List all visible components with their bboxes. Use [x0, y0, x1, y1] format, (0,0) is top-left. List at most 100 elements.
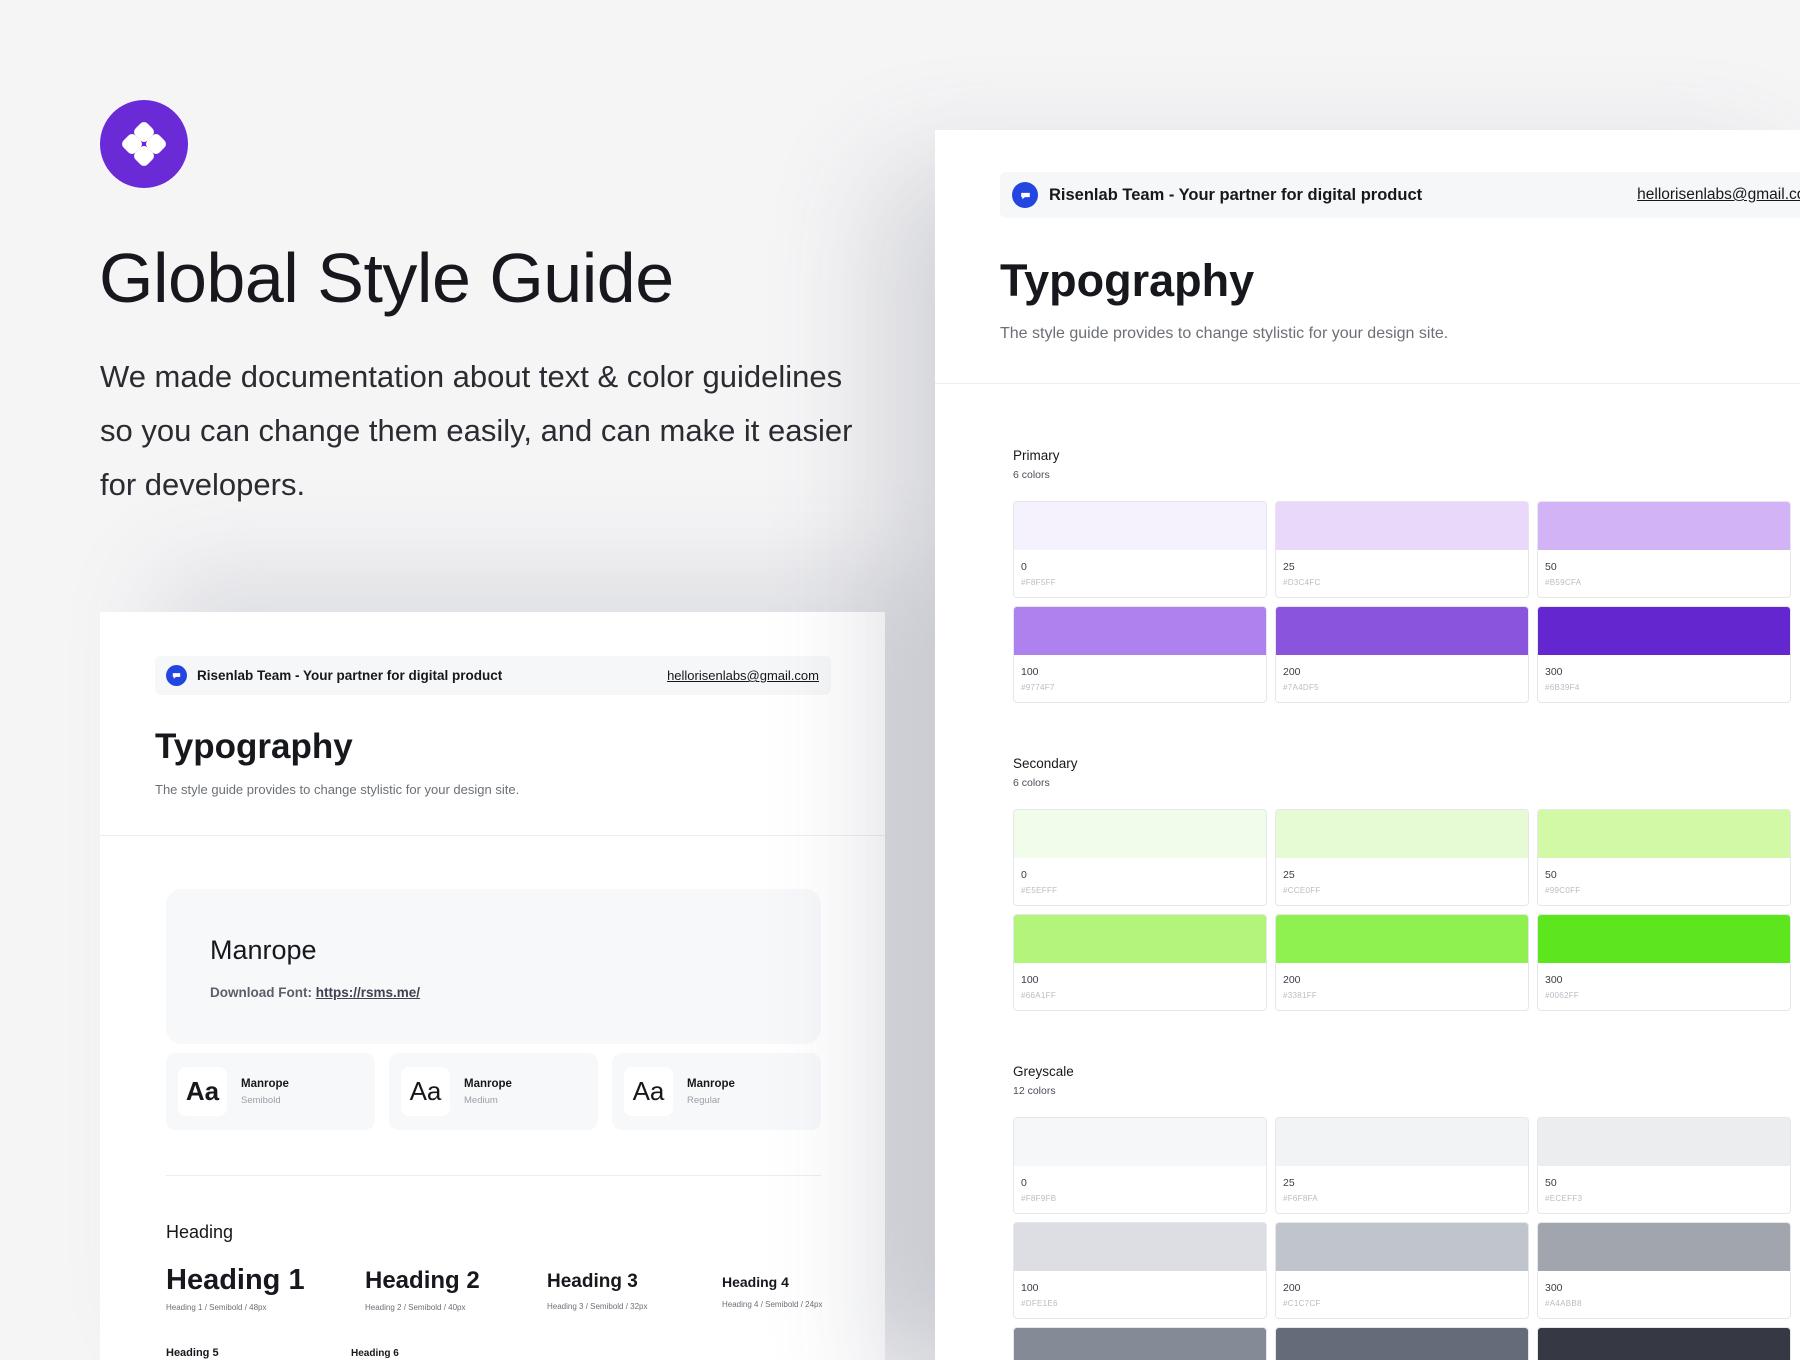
swatch-name: 50	[1545, 561, 1557, 573]
color-swatch[interactable]: 300 #0062FF	[1537, 914, 1791, 1011]
swatch-hex: #F8F9FB	[1021, 1194, 1057, 1203]
swatch-hex: #A4ABB8	[1545, 1299, 1582, 1308]
team-name: Risenlab Team - Your partner for digital…	[197, 668, 503, 683]
brand-logo	[100, 100, 188, 188]
color-swatch[interactable]: 200 #7A4DF5	[1275, 606, 1529, 703]
swatch-hex: #D3C4FC	[1283, 578, 1321, 587]
divider	[166, 1175, 821, 1176]
swatch-hex: #ECEFF3	[1545, 1194, 1583, 1203]
color-group-count: 6 colors	[1013, 777, 1050, 789]
font-download-link[interactable]: https://rsms.me/	[316, 985, 420, 1000]
card-topbar: Risenlab Team - Your partner for digital…	[1000, 172, 1800, 218]
swatch-hex: #6B39F4	[1545, 683, 1580, 692]
heading-4-text: Heading 4	[722, 1274, 789, 1290]
heading-1-sample: Heading 1 Heading 1 / Semibold / 48px	[166, 1264, 305, 1312]
font-weights: Aa Manrope Semibold Aa Manrope Medium Aa…	[166, 1053, 821, 1130]
color-swatch[interactable]: 25 #F6F8FA	[1275, 1117, 1529, 1214]
heading-6-text: Heading 6	[351, 1348, 399, 1359]
swatch-name: 100	[1021, 974, 1039, 986]
swatch-hex: #9774F7	[1021, 683, 1055, 692]
color-swatch[interactable]	[1537, 1327, 1791, 1360]
color-group-count: 6 colors	[1013, 469, 1050, 481]
weight-sample: Aa	[624, 1067, 673, 1116]
color-swatch[interactable]: 100 #9774F7	[1013, 606, 1267, 703]
swatch-name: 200	[1283, 1282, 1301, 1294]
swatch-chip	[1014, 915, 1266, 963]
swatch-name: 0	[1021, 869, 1027, 881]
weight-style: Medium	[464, 1094, 498, 1106]
color-swatch[interactable]: 300 #6B39F4	[1537, 606, 1791, 703]
heading-6-sample: Heading 6	[351, 1348, 399, 1359]
email-link[interactable]: hellorisenlabs@gmail.com	[667, 668, 819, 683]
color-swatch[interactable]	[1013, 1327, 1267, 1360]
swatch-chip	[1538, 607, 1790, 655]
swatch-name: 100	[1021, 666, 1039, 678]
swatch-hex: #99C0FF	[1545, 886, 1581, 895]
swatch-chip	[1276, 1118, 1528, 1166]
heading-2-sample: Heading 2 Heading 2 / Semibold / 40px	[365, 1267, 480, 1312]
swatch-name: 200	[1283, 666, 1301, 678]
page-title: Typography	[1000, 255, 1255, 306]
divider	[100, 835, 885, 836]
heading-3-sample: Heading 3 Heading 3 / Semibold / 32px	[547, 1271, 648, 1311]
swatch-chip	[1014, 810, 1266, 858]
heading-3-text: Heading 3	[547, 1271, 638, 1292]
swatch-hex: #CCE0FF	[1283, 886, 1321, 895]
color-swatch[interactable]: 200 #3381FF	[1275, 914, 1529, 1011]
swatch-chip	[1276, 502, 1528, 550]
swatch-chip	[1014, 1118, 1266, 1166]
swatch-hex: #DFE1E6	[1021, 1299, 1058, 1308]
color-swatch[interactable]: 50 #99C0FF	[1537, 809, 1791, 906]
weight-font-name: Manrope	[241, 1077, 289, 1090]
page-subtitle: The style guide provides to change styli…	[155, 782, 520, 797]
swatch-name: 25	[1283, 869, 1295, 881]
swatch-chip	[1538, 502, 1790, 550]
swatch-hex: #C1C7CF	[1283, 1299, 1321, 1308]
swatch-chip	[1538, 810, 1790, 858]
color-group-title: Secondary	[1013, 756, 1078, 771]
swatch-name: 50	[1545, 1177, 1557, 1189]
color-swatch[interactable]: 50 #B59CFA	[1537, 501, 1791, 598]
heading-4-sample: Heading 4 Heading 4 / Semibold / 24px	[722, 1274, 823, 1309]
heading-5-text: Heading 5	[166, 1347, 219, 1359]
color-swatch[interactable]: 25 #CCE0FF	[1275, 809, 1529, 906]
swatch-name: 300	[1545, 666, 1563, 678]
weight-style: Regular	[687, 1094, 721, 1106]
swatch-name: 25	[1283, 1177, 1295, 1189]
heading-section-label: Heading	[166, 1222, 234, 1242]
weight-sample: Aa	[401, 1067, 450, 1116]
weight-card-regular: Aa Manrope Regular	[612, 1053, 821, 1130]
color-swatch[interactable]: 0 #F8F9FB	[1013, 1117, 1267, 1214]
weight-style: Semibold	[241, 1094, 281, 1106]
weight-sample: Aa	[178, 1067, 227, 1116]
color-swatch[interactable]: 25 #D3C4FC	[1275, 501, 1529, 598]
swatch-name: 100	[1021, 1282, 1039, 1294]
swatch-chip	[1014, 1223, 1266, 1271]
color-swatch[interactable]: 0 #E5EFFF	[1013, 809, 1267, 906]
swatch-hex: #7A4DF5	[1283, 683, 1319, 692]
swatch-name: 300	[1545, 974, 1563, 986]
color-swatch[interactable]: 100 #DFE1E6	[1013, 1222, 1267, 1319]
color-swatch[interactable]	[1275, 1327, 1529, 1360]
swatch-chip	[1538, 915, 1790, 963]
email-link[interactable]: hellorisenlabs@gmail.com	[1637, 186, 1800, 204]
swatch-chip	[1014, 502, 1266, 550]
color-swatch[interactable]: 200 #C1C7CF	[1275, 1222, 1529, 1319]
color-swatch[interactable]: 50 #ECEFF3	[1537, 1117, 1791, 1214]
color-swatch[interactable]: 300 #A4ABB8	[1537, 1222, 1791, 1319]
swatch-hex: #F6F8FA	[1283, 1194, 1319, 1203]
color-swatch[interactable]: 0 #F8F5FF	[1013, 501, 1267, 598]
color-swatch[interactable]: 100 #66A1FF	[1013, 914, 1267, 1011]
card-topbar: Risenlab Team - Your partner for digital…	[155, 656, 831, 695]
hero-title: Global Style Guide	[99, 239, 674, 317]
heading-1-text: Heading 1	[166, 1264, 305, 1296]
logo-icon	[122, 122, 166, 166]
font-panel: Manrope Download Font: https://rsms.me/	[166, 889, 821, 1044]
swatch-chip	[1276, 915, 1528, 963]
typography-card: Risenlab Team - Your partner for digital…	[100, 612, 885, 1360]
heading-4-meta: Heading 4 / Semibold / 24px	[722, 1300, 823, 1309]
weight-card-medium: Aa Manrope Medium	[389, 1053, 598, 1130]
heading-5-sample: Heading 5	[166, 1347, 219, 1359]
swatch-hex: #0062FF	[1545, 991, 1580, 1000]
swatch-chip	[1014, 607, 1266, 655]
